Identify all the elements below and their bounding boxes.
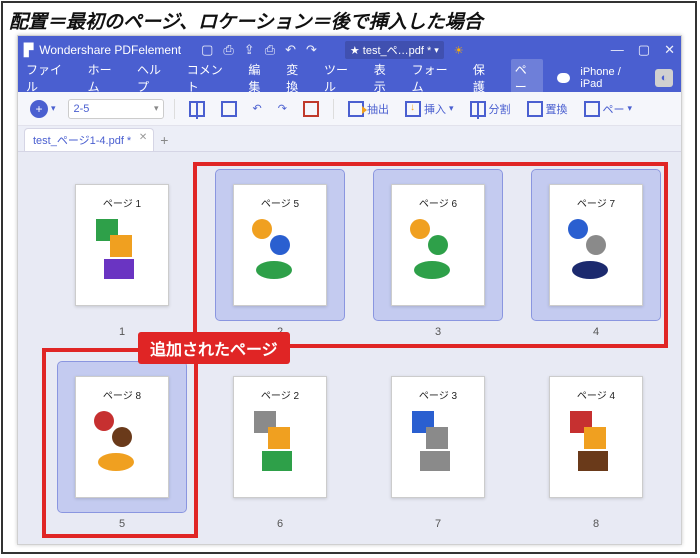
- separator: [333, 99, 334, 119]
- share-icon[interactable]: ⇪: [244, 42, 255, 58]
- thumbnail-page-label: ページ 8: [82, 387, 162, 402]
- quick-toolbar: ▢ ⎙ ⇪ ⎙ ↶ ↷: [201, 42, 317, 58]
- delete-page-icon[interactable]: [299, 99, 323, 119]
- new-tab-button[interactable]: +: [160, 132, 168, 151]
- thumbnail-index: 3: [435, 326, 441, 338]
- thumbnail-page-label: ページ 5: [240, 195, 320, 210]
- print-icon[interactable]: ⎙: [265, 42, 275, 58]
- app-window: ▛ Wondershare PDFelement ▢ ⎙ ⇪ ⎙ ↶ ↷ ★ t…: [17, 35, 682, 545]
- thumbnail[interactable]: ページ 52: [216, 170, 344, 338]
- thumbnail[interactable]: ページ 3 7: [374, 362, 502, 530]
- titlebar: ▛ Wondershare PDFelement ▢ ⎙ ⇪ ⎙ ↶ ↷ ★ t…: [18, 36, 681, 64]
- extract-button[interactable]: 抽出: [344, 99, 393, 119]
- page-toolbar: +▾ 2-5 ▾ ↶ ↷ 抽出 挿入 ▾ 分割: [18, 92, 681, 126]
- thumbnail[interactable]: ページ 1 1: [58, 170, 186, 338]
- app-logo-icon: ▛: [24, 43, 33, 57]
- split-button[interactable]: 分割: [466, 99, 515, 119]
- open-folder-icon[interactable]: ▢: [201, 42, 213, 58]
- tabbar: test_ページ1-4.pdf * ✕ +: [18, 126, 681, 152]
- thumbnail-index: 4: [593, 326, 599, 338]
- file-dropdown[interactable]: ★ test_ペ…pdf * ▾: [345, 41, 444, 59]
- menu-home[interactable]: ホーム: [88, 61, 123, 95]
- close-button[interactable]: ✕: [664, 42, 675, 58]
- replace-label: 置換: [546, 101, 568, 117]
- figure-caption: 配置＝最初のページ、ロケーション＝後で挿入した場合: [3, 3, 695, 36]
- thumbnail-page-preview: ページ 1: [75, 184, 169, 306]
- thumbnail-page-preview: ページ 7: [549, 184, 643, 306]
- maximize-button[interactable]: ▢: [638, 42, 650, 58]
- chevron-down-icon: ▾: [154, 103, 159, 114]
- app-name: Wondershare PDFelement: [39, 43, 181, 57]
- file-dropdown-label: test_ペ…pdf *: [363, 42, 431, 58]
- page-more-label: ペー: [603, 101, 625, 117]
- thumbnail-index: 5: [119, 518, 125, 530]
- tab-close-icon[interactable]: ✕: [139, 132, 147, 143]
- added-pages-label: 追加されたページ: [138, 332, 290, 364]
- undo-icon[interactable]: ↶: [285, 42, 296, 58]
- menubar: ファイル ホーム ヘルプ コメント 編集 変換 ツール 表示 フォーム 保護 ペ…: [18, 64, 681, 92]
- layout-grid-icon[interactable]: [217, 99, 241, 119]
- page-range-input[interactable]: 2-5 ▾: [68, 99, 164, 119]
- thumbnail-index: 8: [593, 518, 599, 530]
- layout-two-icon[interactable]: [185, 99, 209, 119]
- thumbnail-page-label: ページ 7: [556, 195, 636, 210]
- sun-icon[interactable]: ☀: [454, 44, 464, 57]
- thumbnail-index: 6: [277, 518, 283, 530]
- menu-help[interactable]: ヘルプ: [137, 61, 173, 95]
- insert-button[interactable]: 挿入 ▾: [401, 99, 458, 119]
- redo-icon[interactable]: ↷: [306, 42, 317, 58]
- menu-form[interactable]: フォーム: [412, 61, 459, 95]
- rotate-right-icon[interactable]: ↷: [274, 100, 291, 117]
- page-range-value: 2-5: [74, 103, 90, 115]
- thumbnail-page-label: ページ 3: [398, 387, 478, 402]
- chevron-down-icon: ▾: [434, 45, 439, 56]
- thumbnail-page-label: ページ 6: [398, 195, 478, 210]
- thumbnail[interactable]: ページ 8 5: [58, 362, 186, 530]
- menu-edit[interactable]: 編集: [248, 61, 272, 95]
- menu-tool[interactable]: ツール: [324, 61, 360, 95]
- thumbnail-page-label: ページ 1: [82, 195, 162, 210]
- thumbnail[interactable]: ページ 7 4: [532, 170, 660, 338]
- thumbnail[interactable]: ページ 6 3: [374, 170, 502, 338]
- thumbnail-page-preview: ページ 8: [75, 376, 169, 498]
- add-page-button[interactable]: +▾: [26, 98, 60, 120]
- cloud-icon[interactable]: [557, 73, 571, 83]
- profile-avatar[interactable]: ◐: [655, 69, 673, 87]
- thumbnail-page-label: ページ 4: [556, 387, 636, 402]
- thumbnail[interactable]: ページ 2 6: [216, 362, 344, 530]
- thumbnail[interactable]: ページ 4 8: [532, 362, 660, 530]
- extract-label: 抽出: [367, 101, 389, 117]
- thumbnail-page-label: ページ 2: [240, 387, 320, 402]
- document-tab-label: test_ページ1-4.pdf *: [33, 135, 131, 147]
- menu-protect[interactable]: 保護: [473, 61, 497, 95]
- split-label: 分割: [489, 101, 511, 117]
- iphone-ipad-link[interactable]: iPhone / iPad: [580, 66, 645, 90]
- thumbnail-index: 7: [435, 518, 441, 530]
- save-icon[interactable]: ⎙: [223, 42, 233, 58]
- menu-view[interactable]: 表示: [374, 61, 398, 95]
- thumbnail-page-preview: ページ 6: [391, 184, 485, 306]
- insert-label: 挿入: [424, 101, 446, 117]
- menu-file[interactable]: ファイル: [26, 61, 74, 95]
- document-tab[interactable]: test_ページ1-4.pdf * ✕: [24, 128, 154, 151]
- thumbnail-canvas: ページ 11ページ 52ページ 63ページ 74ページ 85ページ 26ページ …: [18, 152, 681, 544]
- rotate-left-icon[interactable]: ↶: [249, 100, 266, 117]
- thumbnail-page-preview: ページ 3: [391, 376, 485, 498]
- menu-convert[interactable]: 変換: [286, 61, 310, 95]
- separator: [174, 99, 175, 119]
- replace-button[interactable]: 置換: [523, 99, 572, 119]
- minimize-button[interactable]: —: [611, 42, 624, 58]
- star-icon: ★: [350, 44, 360, 57]
- thumbnail-page-preview: ページ 5: [233, 184, 327, 306]
- thumbnail-page-preview: ページ 4: [549, 376, 643, 498]
- menu-comment[interactable]: コメント: [187, 61, 235, 95]
- page-more-button[interactable]: ペー ▾: [580, 99, 637, 119]
- thumbnail-index: 1: [119, 326, 125, 338]
- thumbnail-page-preview: ページ 2: [233, 376, 327, 498]
